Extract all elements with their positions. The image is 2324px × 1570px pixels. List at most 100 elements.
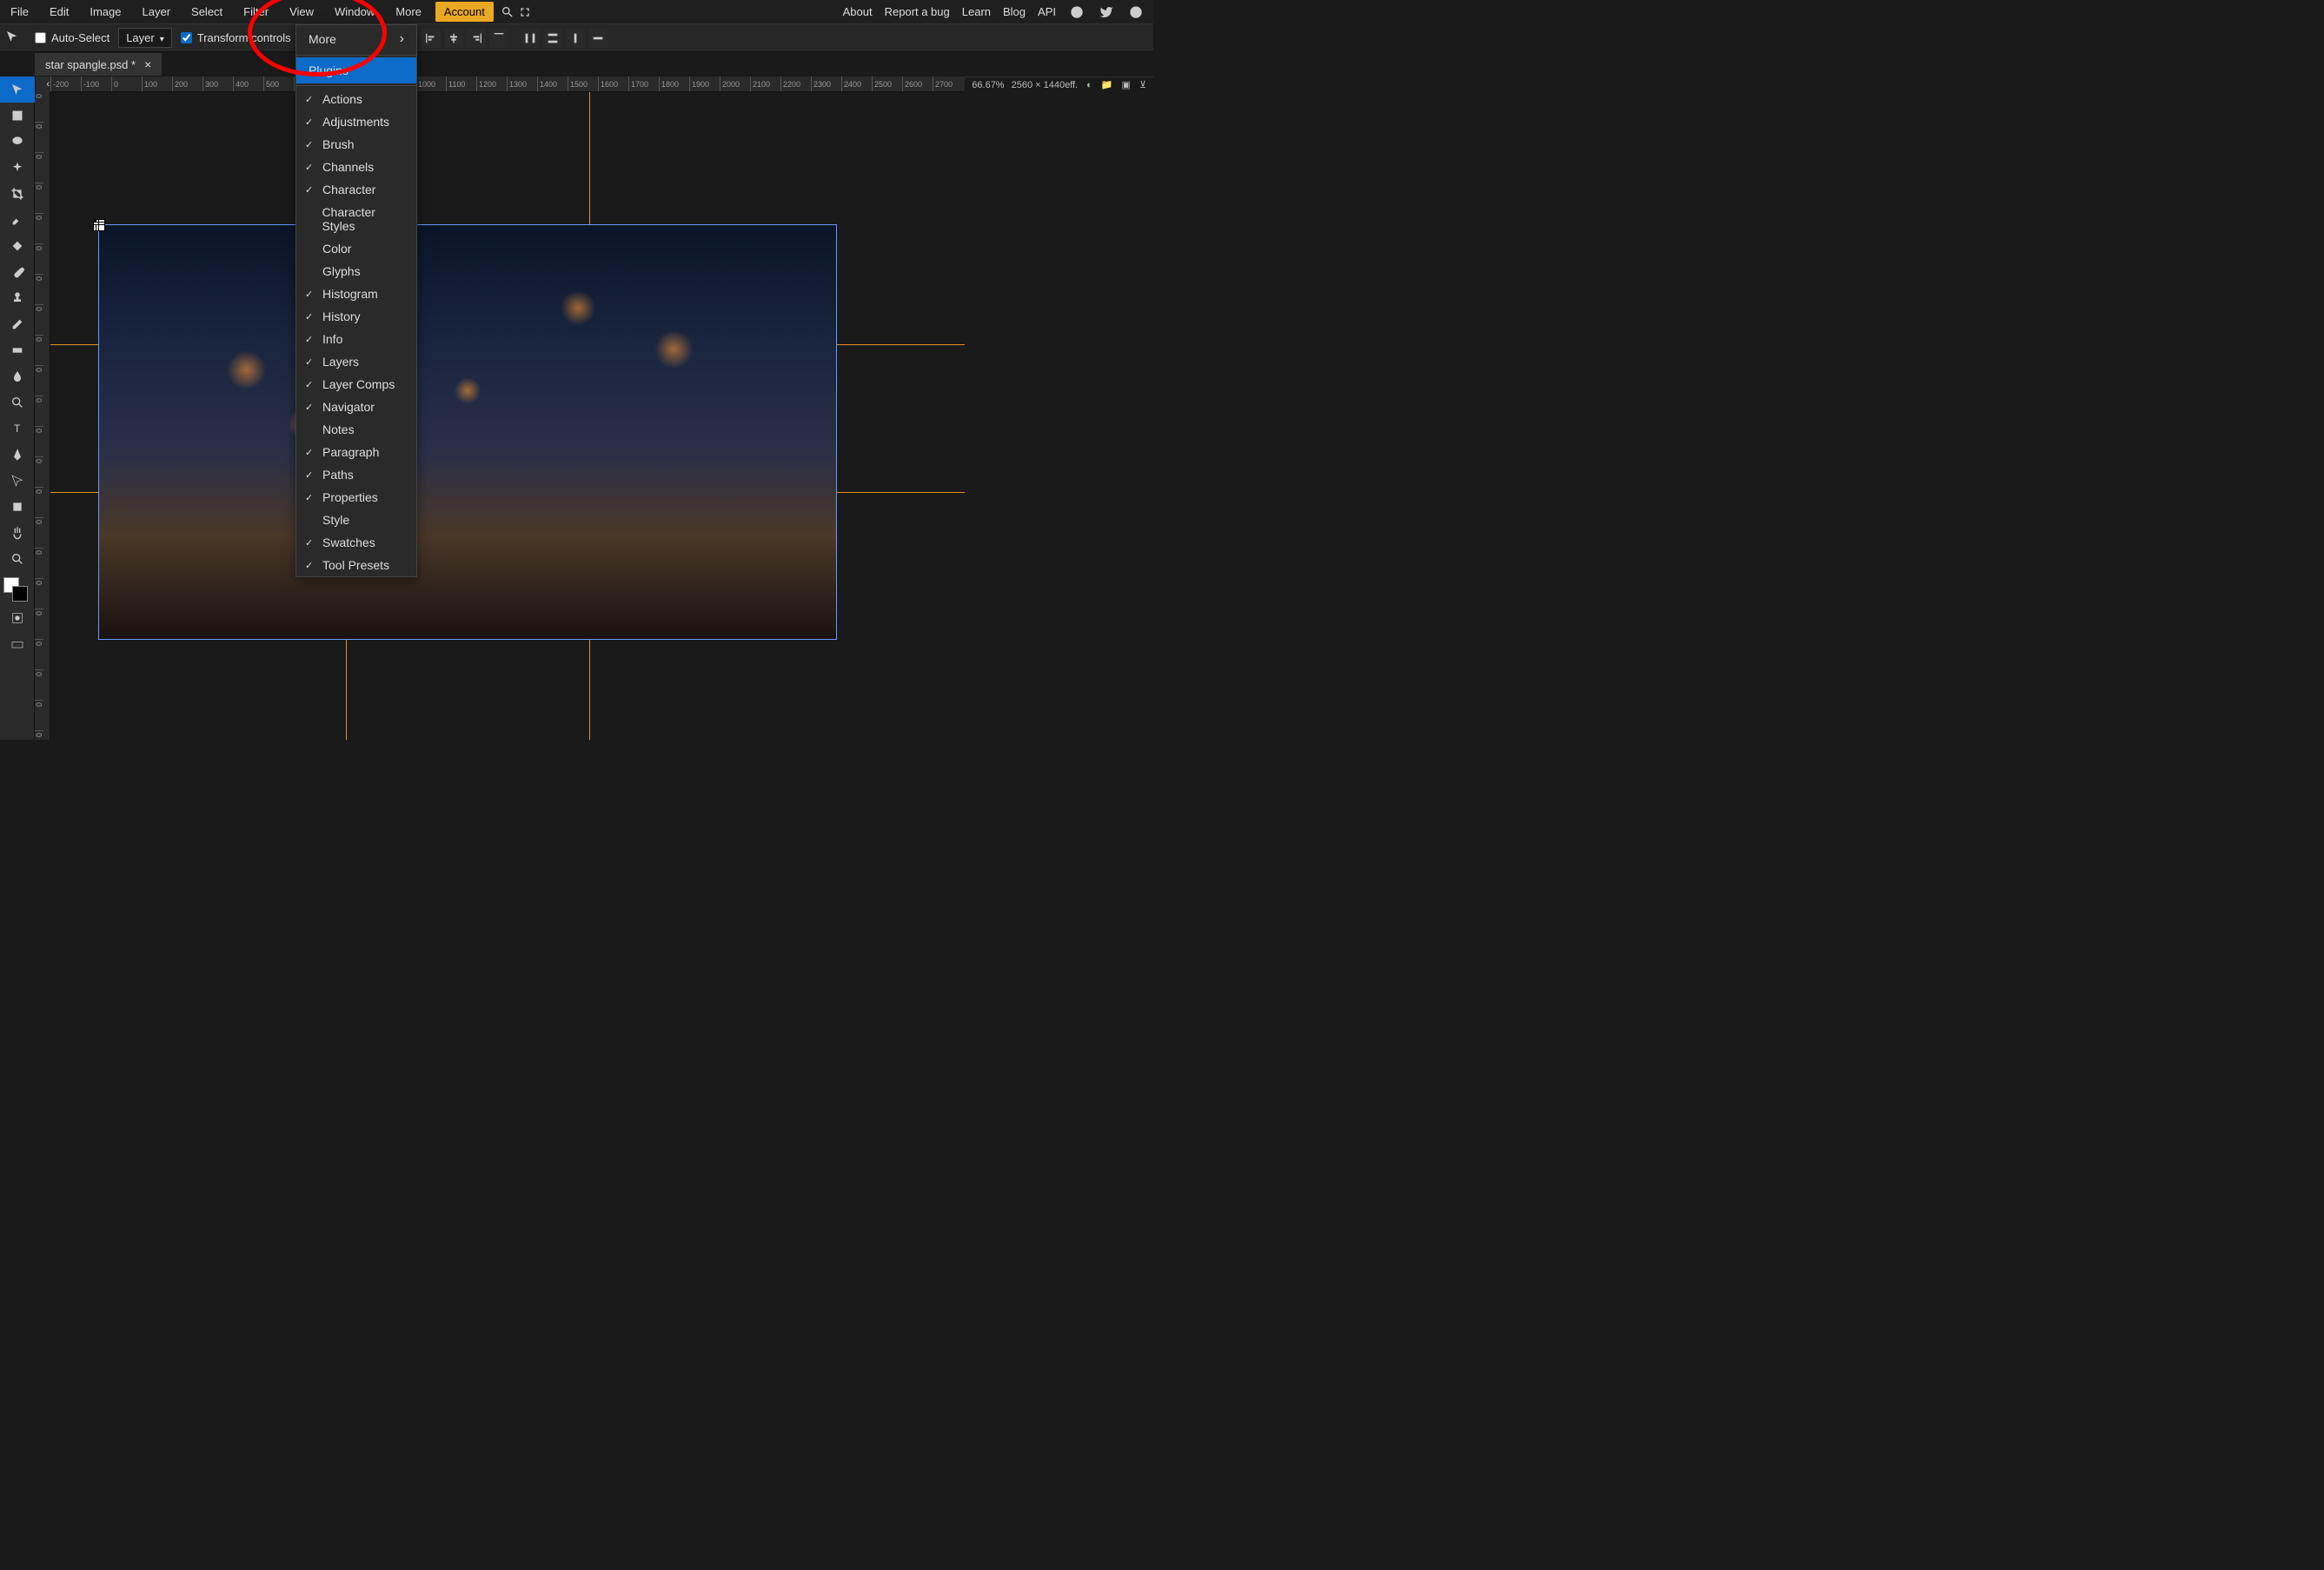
distribute-3-icon[interactable] <box>566 29 585 48</box>
menu-filter[interactable]: Filter <box>233 1 279 23</box>
eraser-tool[interactable] <box>0 311 35 337</box>
transform-handle[interactable] <box>98 224 105 231</box>
auto-select-checkbox[interactable]: Auto-Select <box>35 31 110 44</box>
submenu-item-paragraph[interactable]: ✓Paragraph <box>296 441 416 463</box>
toolbar: T <box>0 77 35 740</box>
link-learn[interactable]: Learn <box>962 5 991 18</box>
submenu-item-adjustments[interactable]: ✓Adjustments <box>296 110 416 133</box>
status-contrast-icon[interactable]: ◐ <box>1086 80 1092 90</box>
submenu-item-color[interactable]: Color <box>296 237 416 260</box>
shape-tool[interactable] <box>0 494 35 520</box>
zoom-tool[interactable] <box>0 546 35 572</box>
submenu-item-glyphs[interactable]: Glyphs <box>296 260 416 283</box>
submenu-item-character[interactable]: ✓Character <box>296 178 416 201</box>
submenu-item-channels[interactable]: ✓Channels <box>296 156 416 178</box>
submenu-item-actions[interactable]: ✓Actions <box>296 88 416 110</box>
blur-tool[interactable] <box>0 363 35 389</box>
align-center-h-icon[interactable] <box>444 29 463 48</box>
transform-controls-checkbox[interactable]: Transform controls <box>181 31 291 44</box>
submenu-item-history[interactable]: ✓History <box>296 305 416 328</box>
dodge-tool[interactable] <box>0 389 35 416</box>
facebook-icon[interactable] <box>1127 3 1145 21</box>
status-download-icon[interactable]: ⊻ <box>1139 79 1146 90</box>
pen-tool[interactable] <box>0 442 35 468</box>
check-icon: ✓ <box>305 289 315 300</box>
align-left-icon[interactable] <box>422 29 441 48</box>
wand-tool[interactable] <box>0 155 35 181</box>
canvas-viewport[interactable] <box>50 92 965 740</box>
distribute-1-icon[interactable] <box>521 29 540 48</box>
link-blog[interactable]: Blog <box>1003 5 1026 18</box>
align-right-icon[interactable] <box>467 29 486 48</box>
align-group-1 <box>422 29 508 48</box>
check-icon: ✓ <box>305 139 315 150</box>
document-tab[interactable]: star spangle.psd * × <box>35 53 162 76</box>
submenu-item-label: History <box>322 309 361 323</box>
dropdown-more[interactable]: More <box>296 25 416 53</box>
submenu-item-histogram[interactable]: ✓Histogram <box>296 283 416 305</box>
gradient-tool[interactable] <box>0 337 35 363</box>
account-button[interactable]: Account <box>435 2 494 22</box>
fullscreen-icon[interactable] <box>516 3 534 21</box>
hand-tool[interactable] <box>0 520 35 546</box>
eyedropper-tool[interactable] <box>0 207 35 233</box>
submenu-item-label: Channels <box>322 160 374 174</box>
quickmask-tool[interactable] <box>0 605 35 631</box>
menu-select[interactable]: Select <box>181 1 233 23</box>
menu-layer[interactable]: Layer <box>132 1 182 23</box>
submenu-item-character-styles[interactable]: Character Styles <box>296 201 416 237</box>
type-tool[interactable]: T <box>0 416 35 442</box>
reddit-icon[interactable] <box>1068 3 1086 21</box>
dropdown-plugins[interactable]: Plugins <box>296 57 416 83</box>
color-swatches[interactable] <box>0 575 35 605</box>
move-tool[interactable] <box>0 77 35 103</box>
submenu-item-info[interactable]: ✓Info <box>296 328 416 350</box>
distribute-4-icon[interactable] <box>588 29 608 48</box>
background-color[interactable] <box>12 586 28 602</box>
check-icon: ✓ <box>305 447 315 458</box>
submenu-item-notes[interactable]: Notes <box>296 418 416 441</box>
menu-image[interactable]: Image <box>79 1 131 23</box>
path-select-tool[interactable] <box>0 468 35 494</box>
submenu-item-swatches[interactable]: ✓Swatches <box>296 531 416 554</box>
submenu-item-layer-comps[interactable]: ✓Layer Comps <box>296 373 416 396</box>
link-report-bug[interactable]: Report a bug <box>885 5 950 18</box>
submenu-item-paths[interactable]: ✓Paths <box>296 463 416 486</box>
distribute-2-icon[interactable] <box>543 29 562 48</box>
submenu-item-layers[interactable]: ✓Layers <box>296 350 416 373</box>
twitter-icon[interactable] <box>1098 3 1115 21</box>
status-eff[interactable]: eff. <box>1065 80 1078 90</box>
submenu-item-tool-presets[interactable]: ✓Tool Presets <box>296 554 416 576</box>
stamp-tool[interactable] <box>0 285 35 311</box>
zoom-level[interactable]: 66.67% <box>972 80 1004 90</box>
submenu-item-properties[interactable]: ✓Properties <box>296 486 416 509</box>
canvas-image[interactable] <box>98 224 837 640</box>
heal-tool[interactable] <box>0 233 35 259</box>
submenu-item-navigator[interactable]: ✓Navigator <box>296 396 416 418</box>
close-icon[interactable]: × <box>144 57 151 71</box>
transform-handle[interactable] <box>96 222 103 229</box>
menu-file[interactable]: File <box>0 1 39 23</box>
submenu-item-label: Tool Presets <box>322 558 389 572</box>
menu-edit[interactable]: Edit <box>39 1 79 23</box>
crop-tool[interactable] <box>0 181 35 207</box>
options-bar: Auto-Select Layer Transform controls <box>0 24 1153 52</box>
keyboard-tool[interactable] <box>0 631 35 657</box>
brush-tool[interactable] <box>0 259 35 285</box>
submenu-item-label: Adjustments <box>322 115 389 129</box>
tabbar: star spangle.psd * × <box>0 52 1153 77</box>
lasso-tool[interactable] <box>0 129 35 155</box>
submenu-item-brush[interactable]: ✓Brush <box>296 133 416 156</box>
marquee-tool[interactable] <box>0 103 35 129</box>
status-folder-icon[interactable]: 📁 <box>1101 79 1113 90</box>
search-icon[interactable] <box>499 3 516 21</box>
link-api[interactable]: API <box>1038 5 1056 18</box>
submenu-item-style[interactable]: Style <box>296 509 416 531</box>
menu-window[interactable]: Window <box>324 1 385 23</box>
align-top-icon[interactable] <box>489 29 508 48</box>
layer-select-dropdown[interactable]: Layer <box>118 28 172 48</box>
status-save-icon[interactable]: ▣ <box>1122 79 1131 90</box>
link-about[interactable]: About <box>843 5 873 18</box>
menu-view[interactable]: View <box>279 1 324 23</box>
menu-more[interactable]: More <box>385 1 432 23</box>
